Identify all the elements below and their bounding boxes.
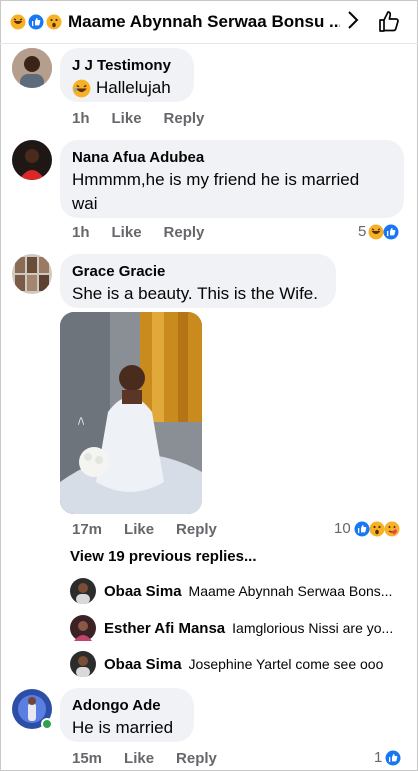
post-header[interactable]: Maame Abynnah Serwaa Bonsu ... xyxy=(0,0,418,44)
comment-text-line: Hmmmm,he is my friend he is married xyxy=(72,170,360,189)
commenter-name[interactable]: Adongo Ade xyxy=(72,696,182,716)
reaction-summary[interactable]: 5 xyxy=(358,223,399,240)
header-reactions[interactable] xyxy=(10,14,62,30)
avatar[interactable] xyxy=(70,578,96,604)
thumbs-up-icon[interactable] xyxy=(377,10,401,39)
reply-text: Maame Abynnah Serwaa Bons... xyxy=(188,583,393,599)
comment-bubble[interactable]: Grace Gracie She is a beauty. This is th… xyxy=(60,254,336,308)
avatar[interactable] xyxy=(12,48,52,88)
reply-item[interactable]: Obaa Sima Maame Abynnah Serwaa Bons... xyxy=(70,578,402,604)
reaction-count: 5 xyxy=(358,223,367,240)
like-button[interactable]: Like xyxy=(124,521,154,538)
reply-item[interactable]: Obaa Sima Josephine Yartel come see ooo xyxy=(70,651,402,677)
reply-text: Josephine Yartel come see ooo xyxy=(188,656,384,672)
like-emoji-icon xyxy=(354,521,370,536)
reaction-count: 10 xyxy=(334,520,351,537)
avatar[interactable] xyxy=(12,254,52,294)
reply-button[interactable]: Reply xyxy=(164,224,205,241)
comment-text-label: Hallelujah xyxy=(96,78,171,97)
comment-time: 1h xyxy=(72,110,90,127)
avatar[interactable] xyxy=(70,651,96,677)
comment-bubble[interactable]: Adongo Ade He is married xyxy=(60,688,194,742)
comment-time: 1h xyxy=(72,224,90,241)
comment-photo[interactable]: /\ xyxy=(60,312,202,514)
post-title[interactable]: Maame Abynnah Serwaa Bonsu ... xyxy=(68,12,340,32)
commenter-name[interactable]: Grace Gracie xyxy=(72,262,324,282)
wow-emoji-icon xyxy=(369,521,385,536)
reply-author-name[interactable]: Esther Afi Mansa xyxy=(104,620,225,637)
reply-button[interactable]: Reply xyxy=(176,521,217,538)
comment-text: She is a beauty. This is the Wife. xyxy=(72,284,318,303)
comment-text-line: wai xyxy=(72,194,98,213)
chevron-right-icon[interactable] xyxy=(346,9,360,37)
reply-item[interactable]: Esther Afi Mansa Iamglorious Nissi are y… xyxy=(70,615,402,641)
reaction-count: 1 xyxy=(374,749,383,766)
reply-button[interactable]: Reply xyxy=(176,750,217,767)
reaction-summary[interactable]: 10 xyxy=(334,520,400,537)
svg-text:/\: /\ xyxy=(78,417,85,427)
like-emoji-icon xyxy=(28,14,44,29)
comment-time: 17m xyxy=(72,521,103,538)
like-emoji-icon xyxy=(385,750,401,765)
view-previous-replies-link[interactable]: View 19 previous replies... xyxy=(70,548,256,565)
comment-actions: 1h Like Reply xyxy=(72,110,226,127)
comment-bubble[interactable]: Nana Afua Adubea Hmmmm,he is my friend h… xyxy=(60,140,404,218)
like-emoji-icon xyxy=(383,224,399,239)
like-button[interactable]: Like xyxy=(112,110,142,127)
like-button[interactable]: Like xyxy=(112,224,142,241)
reply-button[interactable]: Reply xyxy=(164,110,205,127)
online-status-dot xyxy=(41,718,53,730)
commenter-name[interactable]: J J Testimony xyxy=(72,56,182,76)
comment-text: He is married xyxy=(72,718,174,737)
haha-emoji-icon xyxy=(10,14,26,29)
reaction-summary[interactable]: 1 xyxy=(374,749,401,766)
reply-author-name[interactable]: Obaa Sima xyxy=(104,583,182,600)
haha-emoji-icon xyxy=(368,224,384,239)
comment-actions: 17m Like Reply xyxy=(72,521,239,538)
rolling-laugh-emoji-icon xyxy=(72,79,91,97)
avatar[interactable] xyxy=(70,615,96,641)
avatar[interactable] xyxy=(12,140,52,180)
reply-author-name[interactable]: Obaa Sima xyxy=(104,656,182,673)
comment-text: Hallelujah xyxy=(72,76,182,100)
reply-text: Iamglorious Nissi are yo... xyxy=(232,620,394,636)
like-button[interactable]: Like xyxy=(124,750,154,767)
comment-time: 15m xyxy=(72,750,103,767)
wow-emoji-icon xyxy=(46,14,62,29)
comment-bubble[interactable]: J J Testimony Hallelujah xyxy=(60,48,194,102)
comment-actions: 15m Like Reply xyxy=(72,750,239,767)
care-emoji-icon xyxy=(384,521,400,536)
comment-actions: 1h Like Reply xyxy=(72,224,226,241)
commenter-name[interactable]: Nana Afua Adubea xyxy=(72,148,392,168)
